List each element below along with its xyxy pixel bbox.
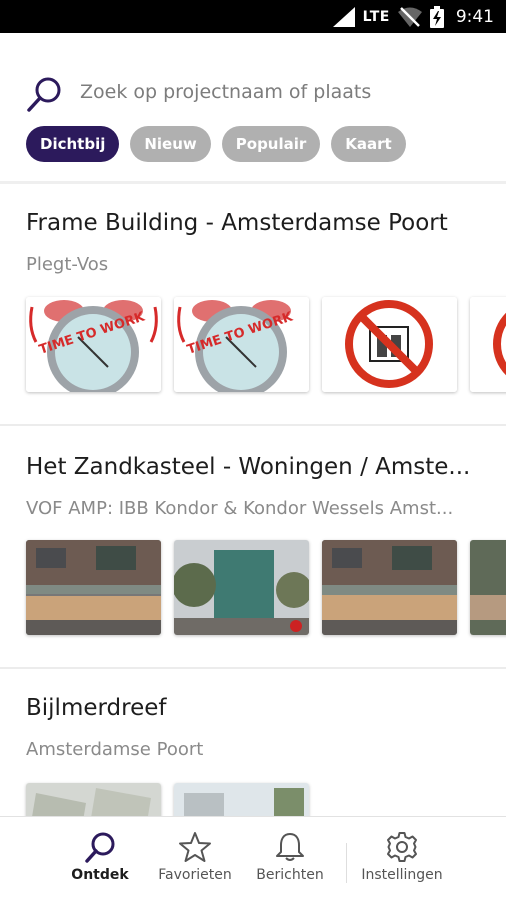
nav-separator <box>346 843 347 883</box>
chip-dichtbij[interactable]: Dichtbij <box>26 126 120 162</box>
chip-nieuw[interactable]: Nieuw <box>130 126 211 162</box>
chip-kaart[interactable]: Kaart <box>331 126 406 162</box>
battery-charging-icon <box>429 6 444 28</box>
project-card[interactable]: Het Zandkasteel - Woningen / Amste... VO… <box>0 426 506 669</box>
project-title[interactable]: Bijlmerdreef <box>26 695 481 721</box>
signal-icon <box>332 7 355 27</box>
nav-label: Instellingen <box>361 867 443 883</box>
project-title[interactable]: Frame Building - Amsterdamse Poort <box>26 210 481 236</box>
status-bar: LTE 9:41 <box>0 0 506 33</box>
project-photo[interactable] <box>174 783 309 816</box>
project-photos[interactable] <box>26 783 309 816</box>
project-photo[interactable] <box>26 540 161 635</box>
clock: 9:41 <box>455 7 494 27</box>
nav-berichten[interactable]: Berichten <box>252 817 328 900</box>
project-subtitle: Plegt-Vos <box>26 254 109 275</box>
search-icon <box>85 832 115 863</box>
project-photo[interactable]: TIME TO WORK <box>174 297 309 392</box>
search-header: Dichtbij Nieuw Populair Kaart <box>0 33 506 181</box>
project-photo[interactable] <box>322 540 457 635</box>
network-type: LTE <box>362 9 390 25</box>
nav-label: Ontdek <box>71 867 129 883</box>
gear-icon <box>387 832 417 862</box>
project-card[interactable]: Bijlmerdreef Amsterdamse Poort <box>0 669 506 816</box>
chip-populair[interactable]: Populair <box>221 126 321 162</box>
project-card[interactable]: Frame Building - Amsterdamse Poort Plegt… <box>0 184 506 426</box>
project-title[interactable]: Het Zandkasteel - Woningen / Amste... <box>26 454 481 480</box>
project-subtitle: VOF AMP: IBB Kondor & Kondor Wessels Ams… <box>26 498 454 519</box>
nav-label: Berichten <box>256 867 324 883</box>
nav-label: Favorieten <box>158 867 232 883</box>
status-icons: LTE 9:41 <box>332 6 494 28</box>
project-photo[interactable] <box>322 297 457 392</box>
nav-ontdek[interactable]: Ontdek <box>70 817 130 900</box>
nav-instellingen[interactable]: Instellingen <box>356 817 448 900</box>
search-input[interactable] <box>80 77 480 107</box>
wifi-off-icon <box>397 7 422 27</box>
filter-chips: Dichtbij Nieuw Populair Kaart <box>26 126 406 162</box>
bell-icon <box>276 833 304 861</box>
project-photo[interactable]: TIME TO WORK <box>26 297 161 392</box>
nav-favorieten[interactable]: Favorieten <box>154 817 236 900</box>
project-photo[interactable] <box>174 540 309 635</box>
project-photo[interactable] <box>470 297 506 392</box>
project-photo[interactable] <box>470 540 506 635</box>
project-subtitle: Amsterdamse Poort <box>26 739 204 760</box>
bottom-navigation: Ontdek Favorieten Berichten Instellingen <box>0 816 506 900</box>
project-photos[interactable] <box>26 540 506 635</box>
project-photos[interactable]: TIME TO WORK TIME TO WORK <box>26 297 506 392</box>
search-icon[interactable] <box>26 75 64 113</box>
star-icon <box>179 832 211 862</box>
project-feed[interactable]: Frame Building - Amsterdamse Poort Plegt… <box>0 184 506 816</box>
project-photo[interactable] <box>26 783 161 816</box>
